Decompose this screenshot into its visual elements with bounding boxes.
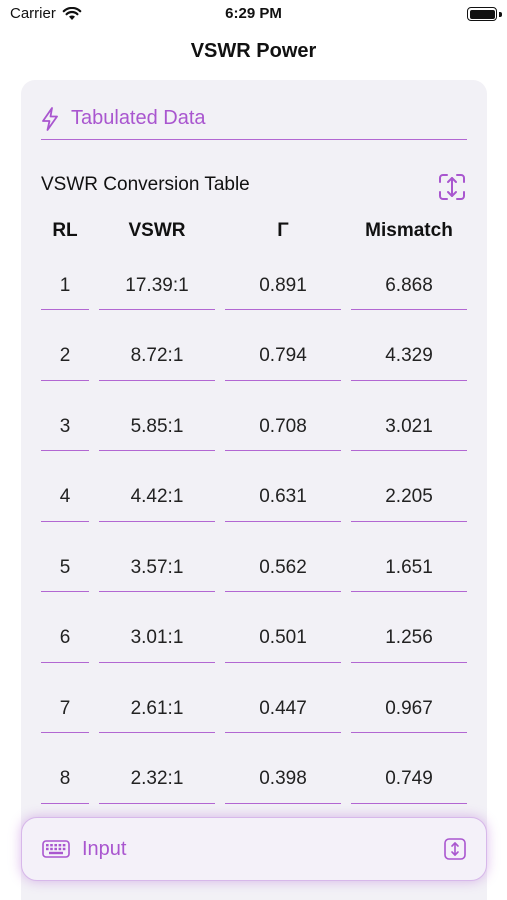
- cell-gamma: 0.891: [225, 262, 341, 310]
- page-title: VSWR Power: [190, 40, 317, 62]
- cell-rl: 7: [41, 685, 89, 733]
- cell-rl: 8: [41, 756, 89, 804]
- cell-gamma: 0.501: [225, 615, 341, 663]
- lightning-icon: [42, 106, 58, 131]
- content-card: Tabulated Data VSWR Conversion Table RL …: [21, 80, 487, 900]
- cell-mismatch: 4.329: [351, 333, 467, 381]
- cell-gamma: 0.794: [225, 333, 341, 381]
- status-time: 6:29 PM: [225, 5, 282, 22]
- column-header-mismatch: Mismatch: [365, 220, 453, 241]
- column-header-vswr: VSWR: [128, 220, 186, 241]
- battery-icon: [467, 7, 497, 21]
- cell-vswr: 17.39:1: [99, 262, 215, 310]
- cell-mismatch: 0.749: [351, 756, 467, 804]
- cell-rl: 4: [41, 474, 89, 522]
- resize-vertical-icon[interactable]: [444, 838, 466, 860]
- cell-gamma: 0.708: [225, 403, 341, 451]
- column-header-rl: RL: [52, 220, 78, 241]
- cell-vswr: 2.32:1: [99, 756, 215, 804]
- cell-mismatch: 1.256: [351, 615, 467, 663]
- battery-cap: [499, 12, 502, 17]
- status-bar: Carrier 6:29 PM: [0, 0, 507, 30]
- cell-rl: 3: [41, 403, 89, 451]
- cell-mismatch: 3.021: [351, 403, 467, 451]
- cell-vswr: 5.85:1: [99, 403, 215, 451]
- cell-gamma: 0.631: [225, 474, 341, 522]
- cell-vswr: 3.57:1: [99, 544, 215, 592]
- cell-vswr: 2.61:1: [99, 685, 215, 733]
- input-label: Input: [82, 837, 127, 860]
- expand-icon[interactable]: [437, 172, 467, 202]
- table-caption: VSWR Conversion Table: [41, 174, 250, 195]
- cell-mismatch: 1.651: [351, 544, 467, 592]
- cell-rl: 2: [41, 333, 89, 381]
- cell-vswr: 4.42:1: [99, 474, 215, 522]
- section-title: Tabulated Data: [71, 107, 206, 129]
- cell-gamma: 0.447: [225, 685, 341, 733]
- cell-gamma: 0.398: [225, 756, 341, 804]
- cell-mismatch: 6.868: [351, 262, 467, 310]
- keyboard-icon: [42, 840, 70, 858]
- input-bar[interactable]: Input: [21, 817, 487, 881]
- section-header: Tabulated Data: [41, 98, 467, 140]
- cell-rl: 5: [41, 544, 89, 592]
- cell-vswr: 3.01:1: [99, 615, 215, 663]
- cell-gamma: 0.562: [225, 544, 341, 592]
- cell-mismatch: 0.967: [351, 685, 467, 733]
- column-header-gamma: Γ: [277, 220, 289, 241]
- cell-rl: 1: [41, 262, 89, 310]
- cell-vswr: 8.72:1: [99, 333, 215, 381]
- cell-mismatch: 2.205: [351, 474, 467, 522]
- cell-rl: 6: [41, 615, 89, 663]
